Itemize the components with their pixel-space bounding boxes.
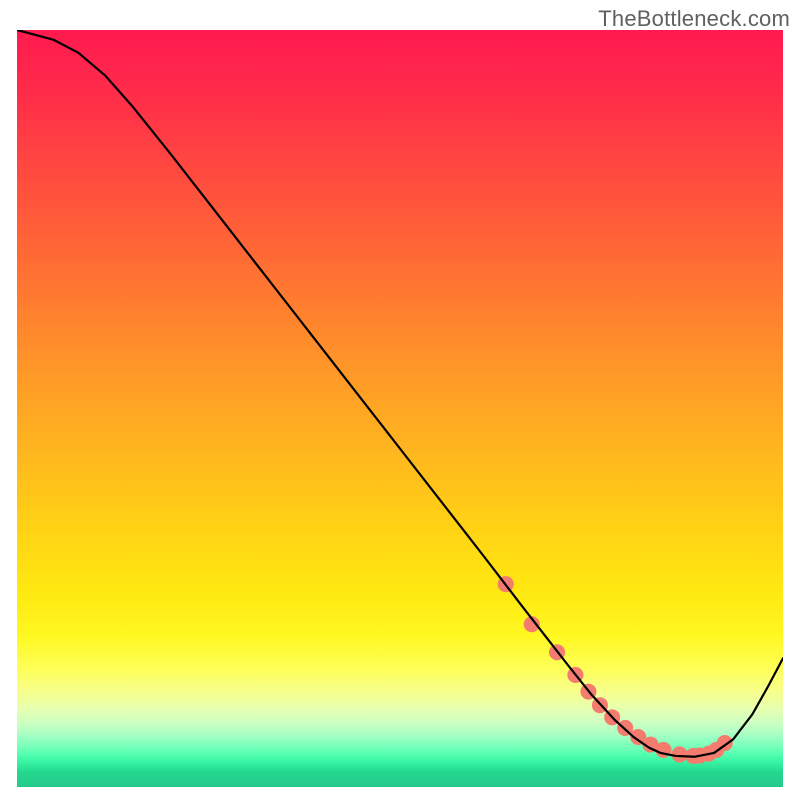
watermark-label: TheBottleneck.com [598, 6, 790, 32]
chart-frame: TheBottleneck.com [0, 0, 800, 800]
chart-svg [17, 30, 783, 787]
heatmap-background [17, 30, 783, 787]
plot-area [17, 30, 783, 787]
marker-dot [672, 746, 688, 762]
